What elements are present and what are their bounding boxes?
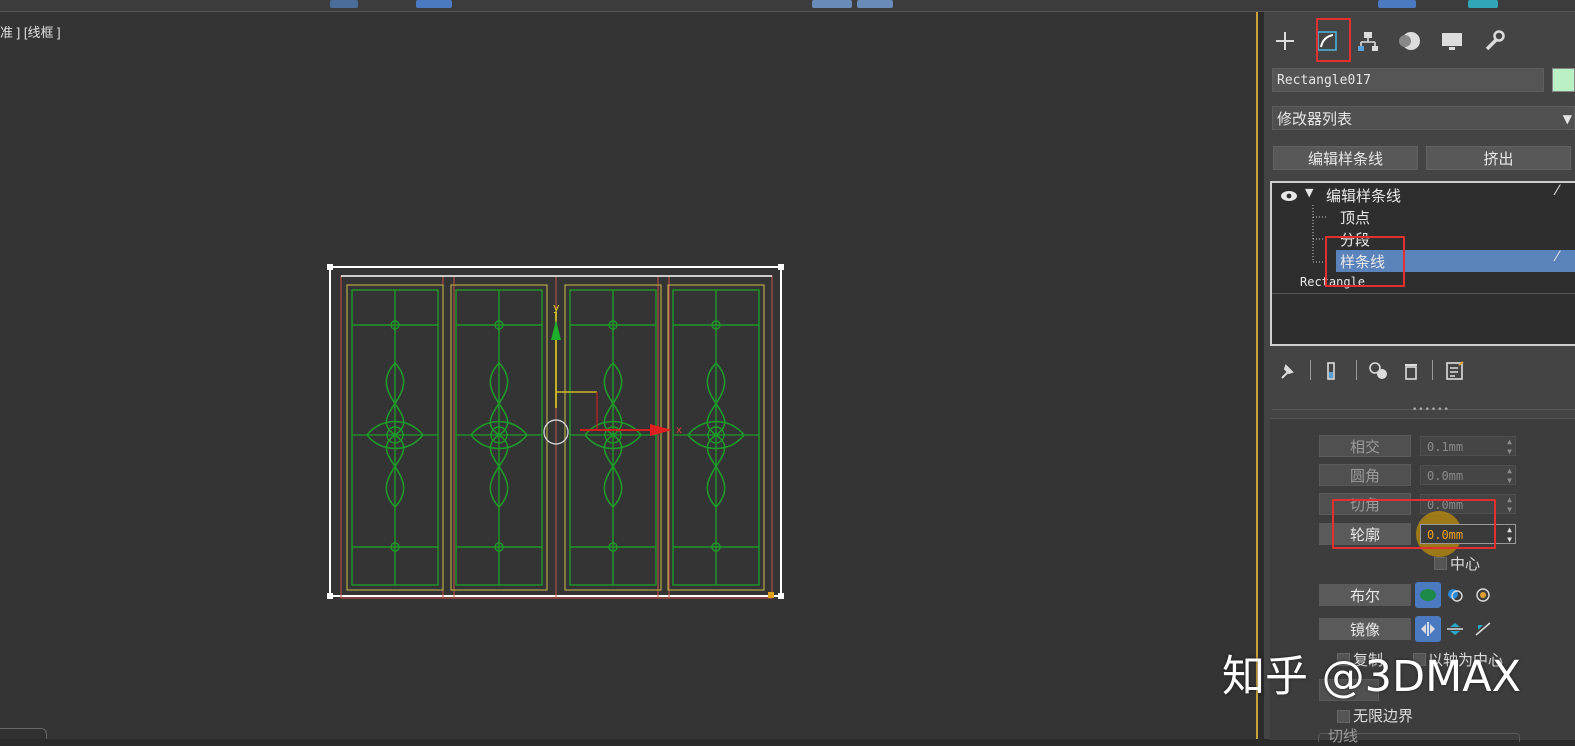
mirror-horizontal-icon[interactable] (1415, 616, 1441, 642)
object-color-swatch[interactable] (1552, 68, 1575, 92)
boolean-subtract-icon[interactable] (1442, 582, 1468, 608)
make-unique-icon[interactable] (1368, 360, 1390, 382)
viewport-label[interactable]: 准 ] [线框 ] (0, 22, 61, 41)
command-panel: Rectangle017 修改器列表 ▼ 编辑样条线 挤出 ▼ 编辑样条线 顶点… (1264, 12, 1575, 745)
modifier-list-dropdown[interactable]: 修改器列表 ▼ (1272, 106, 1575, 130)
separator (1432, 360, 1433, 380)
boolean-button[interactable]: 布尔 (1319, 584, 1411, 606)
vertex-handle (778, 593, 784, 599)
toolbar-icon[interactable] (857, 0, 893, 8)
fillet-button[interactable]: 圆角 (1319, 464, 1411, 486)
tangent-label: 切线 (1328, 727, 1359, 745)
spline-window-model[interactable]: yx (320, 252, 790, 612)
configure-sets-icon[interactable] (1444, 360, 1466, 382)
stack-item-vertex[interactable]: 顶点 (1340, 207, 1370, 228)
mirror-vertical-icon[interactable] (1442, 616, 1468, 642)
vertex-handle-selected (768, 592, 774, 598)
display-icon[interactable] (1437, 26, 1467, 56)
mirror-button[interactable]: 镜像 (1319, 618, 1411, 640)
intersect-value: 0.1mm (1427, 440, 1464, 454)
gizmo-x-label: x (676, 425, 682, 436)
spline-subobject-highlight (1325, 236, 1405, 287)
spinner-arrows-icon[interactable]: ▲ ▼ (1507, 437, 1512, 457)
gizmo-y-label: y (553, 301, 560, 314)
toolbar-icon[interactable] (812, 0, 852, 8)
vertex-handle (327, 593, 333, 599)
center-checkbox[interactable] (1434, 557, 1447, 570)
watermark: 知乎 @3DMAX (1222, 652, 1522, 702)
main-toolbar (0, 0, 1575, 12)
vertex-handle (778, 264, 784, 270)
fillet-value: 0.0mm (1427, 469, 1464, 483)
hierarchy-icon[interactable] (1353, 26, 1383, 56)
utilities-icon[interactable] (1479, 26, 1509, 56)
stack-divider (1272, 293, 1575, 294)
infinite-bounds-checkbox[interactable] (1337, 710, 1350, 723)
gizmo-y-arrow (551, 320, 561, 340)
separator (1356, 360, 1357, 380)
modifier-stack[interactable]: ▼ 编辑样条线 顶点 分段 样条线 Rectangle ⁄ ⁄ (1270, 181, 1575, 346)
modifier-list-label: 修改器列表 (1277, 110, 1353, 128)
center-label: 中心 (1450, 555, 1481, 573)
infinite-bounds-label: 无限边界 (1353, 707, 1414, 725)
toolbar-icon[interactable] (1468, 0, 1498, 8)
remove-modifier-icon[interactable] (1400, 360, 1422, 382)
stack-tree-lines (1312, 205, 1326, 263)
spinner-arrows-icon[interactable]: ▲ ▼ (1507, 466, 1512, 486)
eye-icon[interactable] (1278, 185, 1300, 207)
object-name-field[interactable]: Rectangle017 (1272, 68, 1544, 92)
intersect-spinner[interactable]: 0.1mm ▲ ▼ (1420, 436, 1516, 456)
vertex-handle (327, 264, 333, 270)
viewport-corner-tab[interactable] (0, 728, 47, 739)
toolbar-icon[interactable] (416, 0, 452, 8)
outline-highlight (1332, 499, 1496, 549)
create-icon[interactable] (1270, 26, 1300, 56)
toolbar-icon[interactable] (1378, 0, 1416, 8)
motion-icon[interactable] (1395, 26, 1425, 56)
spinner-arrows-icon[interactable]: ▲ ▼ (1507, 525, 1512, 545)
toolbar-icon[interactable] (330, 0, 358, 8)
separator (1310, 360, 1311, 380)
show-end-result-icon[interactable] (1320, 360, 1342, 382)
dropdown-arrow-icon: ▼ (1562, 112, 1572, 126)
edit-spline-button[interactable]: 编辑样条线 (1273, 146, 1418, 170)
config-icon[interactable]: ⁄ (1556, 183, 1558, 199)
boolean-intersect-icon[interactable] (1470, 582, 1496, 608)
extrude-button[interactable]: 挤出 (1426, 146, 1571, 170)
intersect-button[interactable]: 相交 (1319, 435, 1411, 457)
spinner-arrows-icon[interactable]: ▲ ▼ (1507, 495, 1512, 515)
modify-tab-highlight (1316, 18, 1351, 62)
pin-stack-icon[interactable] (1276, 360, 1298, 382)
fillet-spinner[interactable]: 0.0mm ▲ ▼ (1420, 465, 1516, 485)
collapse-arrow-icon[interactable]: ▼ (1305, 186, 1313, 199)
rollout-grip[interactable]: •••••• (1412, 405, 1450, 415)
config-icon[interactable]: ⁄ (1556, 249, 1558, 265)
mirror-both-icon[interactable] (1470, 616, 1496, 642)
boolean-union-icon[interactable] (1415, 582, 1441, 608)
viewport[interactable]: 准 ] [线框 ] yx (0, 12, 1258, 739)
stack-item-edit-spline[interactable]: 编辑样条线 (1326, 185, 1401, 206)
